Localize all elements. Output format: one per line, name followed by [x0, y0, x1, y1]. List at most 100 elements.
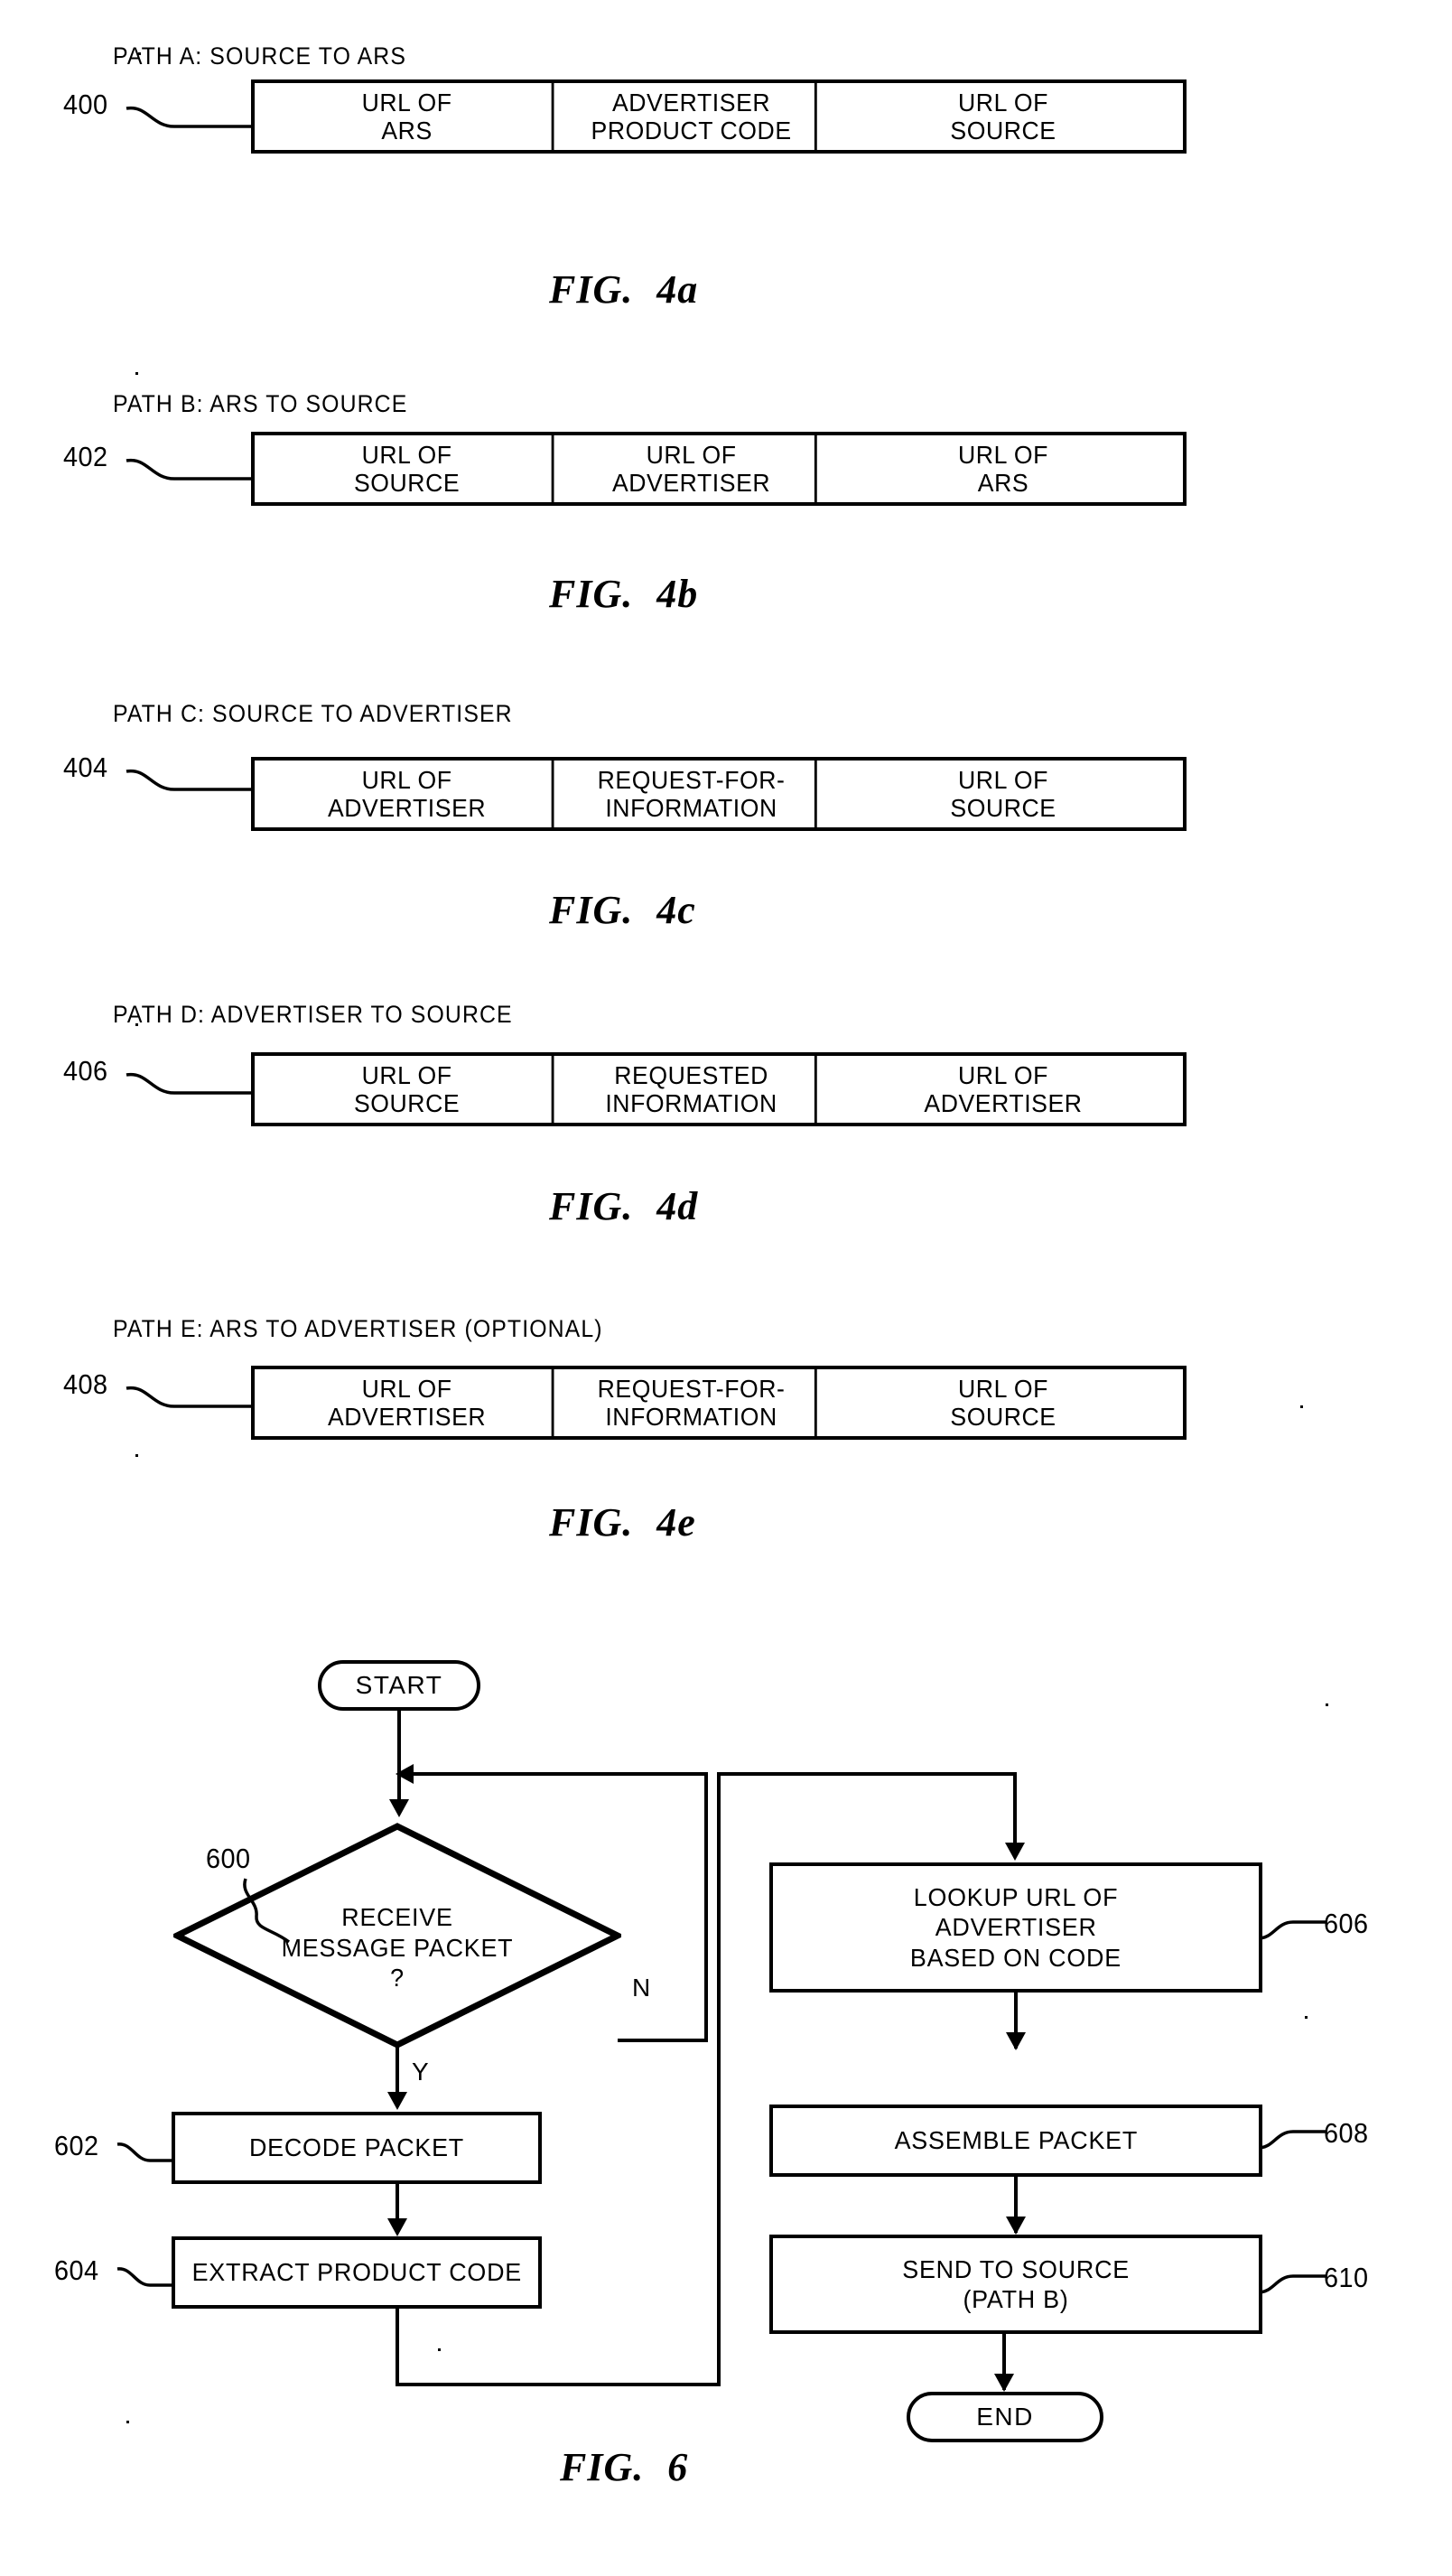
scan-speck: [1326, 1703, 1328, 1706]
scan-speck: [138, 52, 141, 55]
figure-caption-4e: FIG. 4e: [549, 1499, 696, 1545]
path-label-e: PATH E: ARS TO ADVERTISER (OPTIONAL): [113, 1315, 603, 1342]
arrowhead-decode-to-extract: [387, 2218, 407, 2236]
path-label-c: PATH C: SOURCE TO ADVERTISER: [113, 700, 513, 727]
flowchart-end-terminator: END: [907, 2392, 1103, 2442]
path-label-b: PATH B: ARS TO SOURCE: [113, 390, 408, 417]
leader-line-600: [243, 1878, 291, 1944]
arrowhead-lookup-to-assemble: [1006, 2032, 1026, 2050]
process-line: LOOKUP URL OF: [913, 1883, 1119, 1912]
path-label-d: PATH D: ADVERTISER TO SOURCE: [113, 1001, 513, 1028]
process-line: DECODE PACKET: [248, 2133, 464, 2162]
process-extract-product-code: EXTRACT PRODUCT CODE: [172, 2236, 542, 2309]
packet-400-cell-2: ADVERTISER PRODUCT CODE: [568, 83, 817, 150]
figure-caption-word: FIG.: [549, 1500, 634, 1545]
packet-400-cell-3: URL OF SOURCE: [833, 83, 1174, 150]
process-decode-packet: DECODE PACKET: [172, 2112, 542, 2184]
leader-line-400: [126, 106, 256, 128]
arrowhead-assemble-to-send: [1006, 2217, 1026, 2235]
cell-line: URL OF: [361, 440, 452, 469]
packet-404: URL OF ADVERTISER REQUEST-FOR- INFORMATI…: [251, 757, 1187, 831]
figure-caption-number: 4d: [656, 1184, 699, 1228]
arrowhead-yes-branch: [387, 2092, 407, 2110]
cell-line: URL OF: [361, 1060, 452, 1089]
leader-line-406: [126, 1072, 256, 1095]
arrowhead-into-decision: [389, 1799, 409, 1817]
scan-speck: [135, 372, 138, 375]
packet-404-cell-2: REQUEST-FOR- INFORMATION: [568, 761, 817, 827]
packet-400: URL OF ARS ADVERTISER PRODUCT CODE URL O…: [251, 79, 1187, 154]
scan-speck: [438, 2348, 441, 2351]
connector-no-branch-vertical: [704, 1772, 708, 2042]
figure-caption-6: FIG. 6: [560, 2444, 688, 2490]
path-label-a: PATH A: SOURCE TO ARS: [113, 42, 407, 70]
figure-caption-number: 4e: [656, 1500, 696, 1545]
packet-406-cell-1: URL OF SOURCE: [263, 1056, 554, 1123]
figure-caption-number: 6: [667, 2445, 689, 2489]
leader-line-408: [126, 1386, 256, 1408]
cell-line: INFORMATION: [605, 1089, 777, 1117]
scan-speck: [135, 1023, 138, 1026]
cell-line: PRODUCT CODE: [591, 117, 792, 145]
connector-top-bus-to-lookup: [717, 1772, 1017, 1776]
cell-line: SOURCE: [950, 1403, 1056, 1431]
branch-label-no: N: [632, 1974, 652, 2002]
packet-406: URL OF SOURCE REQUESTED INFORMATION URL …: [251, 1052, 1187, 1126]
packet-402: URL OF SOURCE URL OF ADVERTISER URL OF A…: [251, 432, 1187, 506]
figure-caption-4c: FIG. 4c: [549, 887, 696, 933]
reference-numeral-602: 602: [54, 2130, 99, 2161]
cell-line: ADVERTISER: [327, 1403, 487, 1431]
packet-408-cell-2: REQUEST-FOR- INFORMATION: [568, 1369, 817, 1436]
leader-line-608: [1258, 2130, 1326, 2150]
reference-numeral-604: 604: [54, 2254, 99, 2286]
cell-line: REQUEST-FOR-: [597, 765, 786, 794]
figure-caption-word: FIG.: [560, 2445, 645, 2489]
leader-line-404: [126, 769, 256, 791]
cell-line: URL OF: [958, 1374, 1048, 1403]
scan-speck: [135, 1454, 138, 1457]
cell-line: ADVERTISER: [611, 469, 771, 497]
packet-402-cell-1: URL OF SOURCE: [263, 435, 554, 502]
arrowhead-send-to-end: [994, 2374, 1014, 2392]
cell-line: URL OF: [958, 440, 1048, 469]
process-send-to-source: SEND TO SOURCE (PATH B): [769, 2235, 1262, 2334]
cell-line: ADVERTISER: [327, 794, 487, 822]
cell-line: ADVERTISER: [924, 1089, 1083, 1117]
cell-line: SOURCE: [950, 117, 1056, 145]
connector-extract-down: [396, 2309, 399, 2386]
cell-line: INFORMATION: [605, 794, 777, 822]
process-line: ADVERTISER: [935, 1913, 1097, 1942]
reference-numeral-610: 610: [1324, 2262, 1369, 2293]
scan-speck: [1300, 1405, 1303, 1408]
connector-no-branch-horizontal: [618, 2039, 708, 2042]
packet-402-cell-2: URL OF ADVERTISER: [568, 435, 817, 502]
reference-numeral-408: 408: [63, 1368, 108, 1400]
process-assemble-packet: ASSEMBLE PACKET: [769, 2105, 1262, 2177]
reference-numeral-404: 404: [63, 751, 108, 783]
leader-line-402: [126, 458, 256, 481]
packet-400-cell-1: URL OF ARS: [263, 83, 554, 150]
reference-numeral-406: 406: [63, 1055, 108, 1087]
cell-line: URL OF: [958, 765, 1048, 794]
figure-caption-word: FIG.: [549, 1184, 634, 1228]
packet-408-cell-1: URL OF ADVERTISER: [263, 1369, 554, 1436]
packet-406-cell-3: URL OF ADVERTISER: [833, 1056, 1174, 1123]
packet-404-cell-3: URL OF SOURCE: [833, 761, 1174, 827]
branch-label-yes: Y: [412, 2058, 430, 2086]
reference-numeral-402: 402: [63, 441, 108, 472]
figure-caption-4d: FIG. 4d: [549, 1183, 698, 1229]
packet-406-cell-2: REQUESTED INFORMATION: [568, 1056, 817, 1123]
packet-402-cell-3: URL OF ARS: [833, 435, 1174, 502]
figure-caption-4b: FIG. 4b: [549, 571, 698, 617]
cell-line: REQUEST-FOR-: [597, 1374, 786, 1403]
scan-speck: [1305, 2016, 1308, 2019]
cell-line: URL OF: [958, 1060, 1048, 1089]
process-line: EXTRACT PRODUCT CODE: [191, 2258, 522, 2287]
flowchart-start-terminator: START: [318, 1660, 480, 1711]
cell-line: SOURCE: [353, 469, 461, 497]
cell-line: ADVERTISER: [611, 88, 771, 117]
process-line: ASSEMBLE PACKET: [894, 2126, 1138, 2155]
connector-right-column-riser: [717, 1772, 721, 2386]
figure-caption-4a: FIG. 4a: [549, 266, 698, 313]
reference-numeral-600: 600: [206, 1843, 251, 1874]
